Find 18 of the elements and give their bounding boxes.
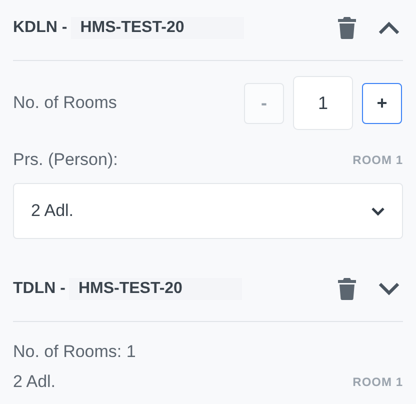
room-count-field[interactable]: 1 <box>293 76 353 130</box>
rooms-label: No. of Rooms <box>13 93 117 113</box>
section-code: KDLN - <box>13 19 68 37</box>
room-tag: ROOM 1 <box>352 375 403 389</box>
trash-icon[interactable] <box>338 17 356 39</box>
hotel-name: HMS-TEST-20 <box>69 278 242 300</box>
increment-button[interactable]: + <box>362 82 402 124</box>
persons-label: Prs. (Person): <box>13 150 118 170</box>
room-tag: ROOM 1 <box>352 153 403 167</box>
rooms-summary: No. of Rooms: 1 <box>13 342 136 361</box>
section-code: TDLN - <box>13 280 66 298</box>
persons-dropdown[interactable]: 2 Adl. <box>13 183 403 239</box>
trash-icon[interactable] <box>338 278 356 300</box>
persons-summary: 2 Adl. <box>13 372 56 392</box>
chevron-down-icon[interactable] <box>378 282 400 296</box>
hotel-name: HMS-TEST-20 <box>71 17 244 39</box>
chevron-up-icon[interactable] <box>378 21 400 35</box>
caret-icon <box>371 206 385 216</box>
